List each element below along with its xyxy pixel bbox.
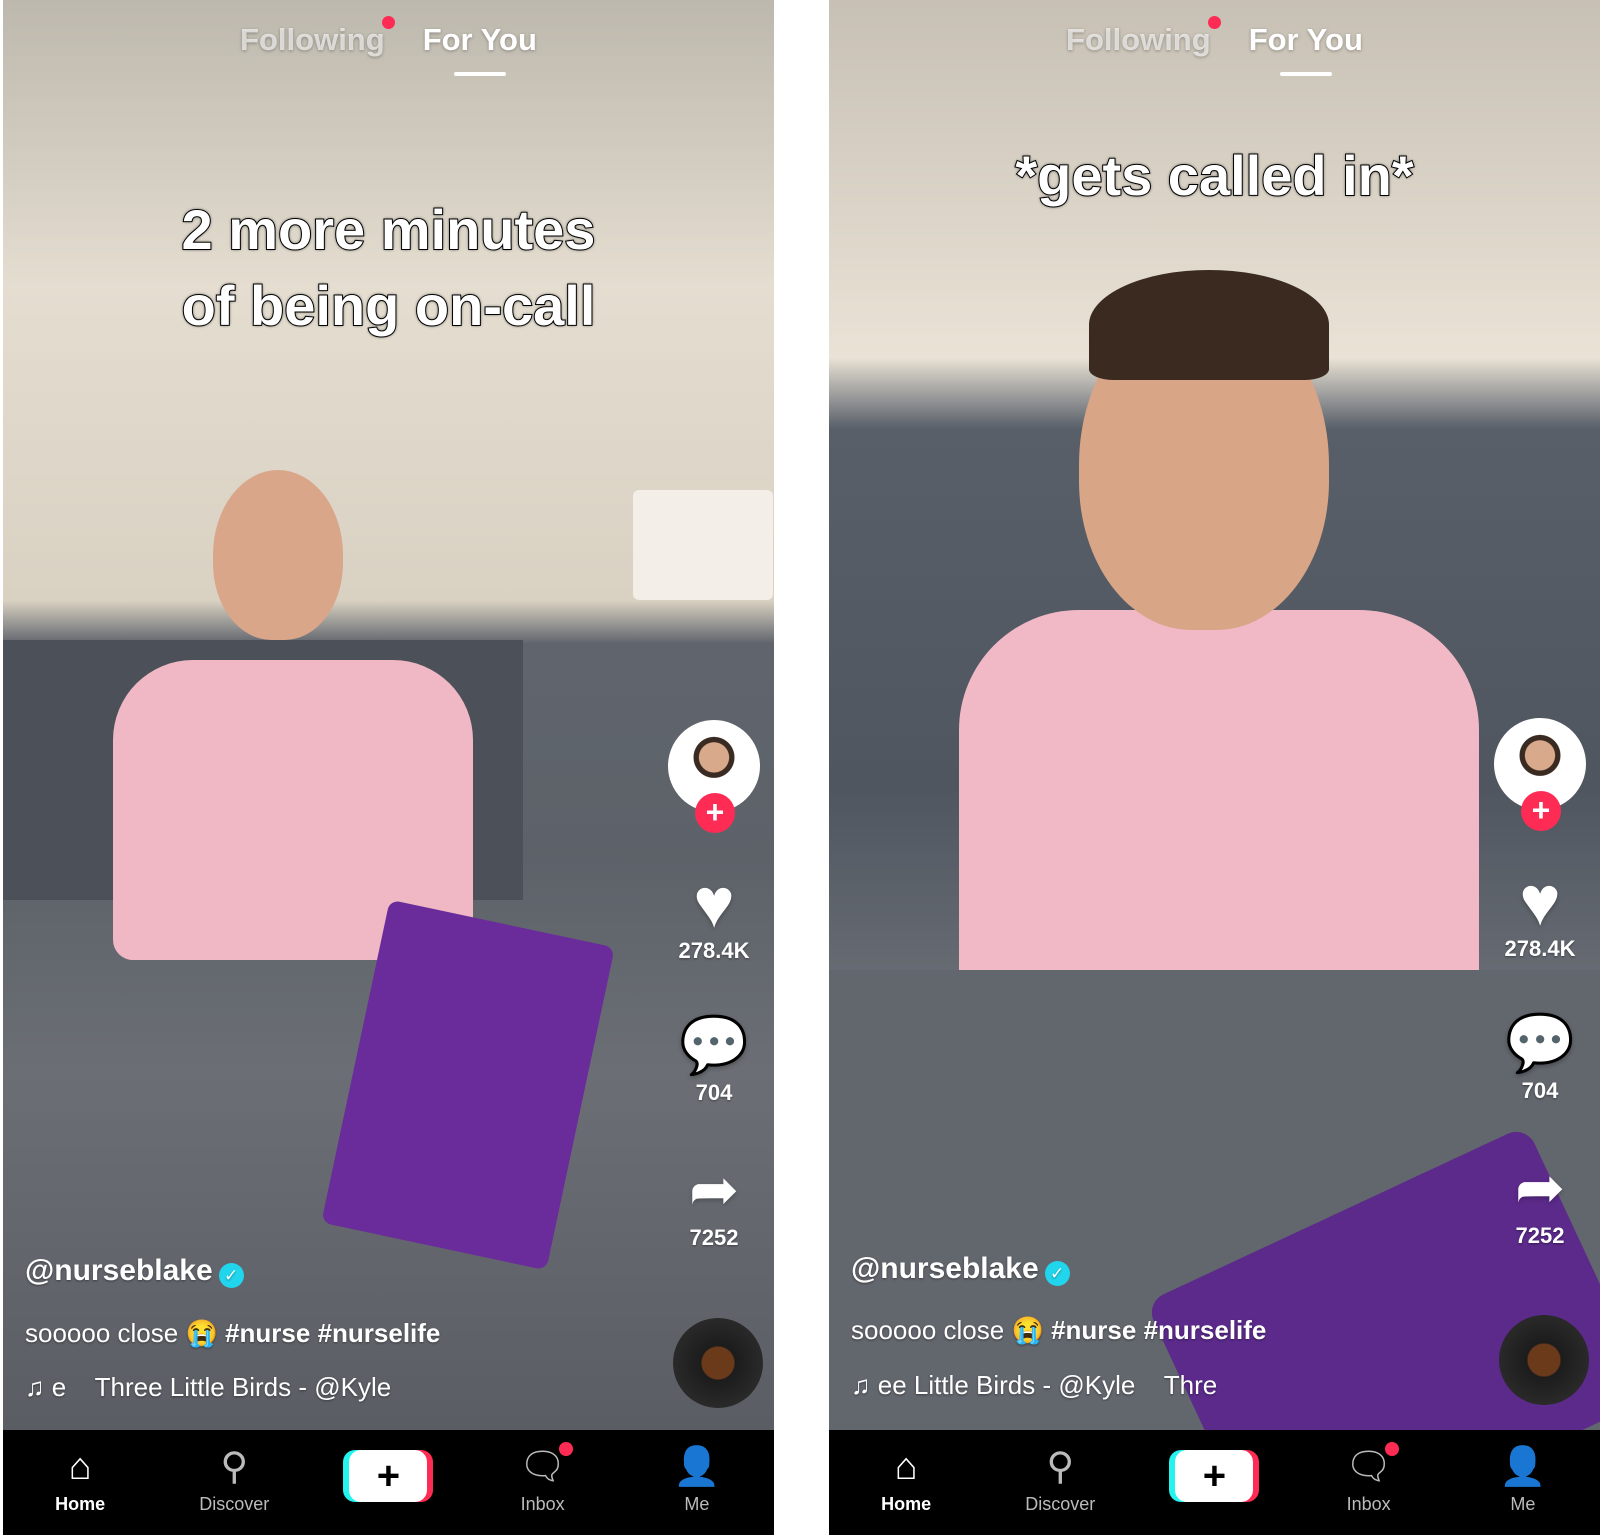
crying-emoji: 😭 (1011, 1315, 1044, 1345)
pink-shirt (959, 610, 1479, 1030)
inbox-icon: 🗨 (1309, 1442, 1429, 1494)
music-ticker[interactable]: ♫ e Three Little Birds - @Kyle (25, 1372, 425, 1403)
home-icon: ⌂ (68, 1446, 92, 1488)
video-panel-left[interactable]: Following For You 2 more minutes of bein… (3, 0, 774, 1535)
create-button[interactable]: + (1154, 1442, 1274, 1510)
create-button[interactable]: + (328, 1442, 448, 1510)
search-icon: ⚲ (220, 1446, 249, 1488)
username[interactable]: @nurseblake ✓ (851, 1252, 1070, 1287)
notification-dot (1207, 16, 1221, 29)
like-button[interactable]: ♥ 278.4K (664, 868, 764, 964)
username[interactable]: @nurseblake ✓ (25, 1254, 244, 1289)
nav-inbox[interactable]: 🗨 Inbox (1309, 1442, 1429, 1515)
heart-icon: ♥ (1519, 862, 1561, 940)
hair (1089, 270, 1329, 380)
tab-following[interactable]: Following (240, 16, 395, 58)
creator-avatar[interactable]: + (1490, 718, 1590, 838)
hashtags[interactable]: #nurse #nurselife (225, 1318, 440, 1348)
person-icon: 👤 (673, 1446, 721, 1488)
share-button[interactable]: ➦ 7252 (1490, 1153, 1590, 1249)
comment-bubble-icon: 💬 (1505, 1011, 1575, 1074)
bottom-nav: ⌂ Home ⚲ Discover + 🗨 Inbox 👤 Me (3, 1430, 774, 1535)
face (213, 470, 343, 640)
like-button[interactable]: ♥ 278.4K (1490, 866, 1590, 962)
notification-dot (381, 16, 395, 29)
video-caption: 2 more minutes of being on-call (181, 197, 597, 338)
music-disc-icon[interactable] (673, 1318, 763, 1408)
bottom-nav: ⌂ Home ⚲ Discover + 🗨 Inbox 👤 Me (829, 1430, 1600, 1535)
home-icon: ⌂ (894, 1446, 918, 1488)
nav-home[interactable]: ⌂ Home (846, 1442, 966, 1515)
follow-plus-icon[interactable]: + (695, 793, 735, 833)
video-caption: *gets called in* (1014, 143, 1414, 208)
crying-emoji: 😭 (185, 1318, 218, 1348)
lamp-shade (633, 490, 773, 600)
inbox-badge (558, 1442, 573, 1456)
follow-plus-icon[interactable]: + (1521, 791, 1561, 831)
creator-avatar[interactable]: + (664, 720, 764, 840)
nav-me[interactable]: 👤 Me (637, 1442, 757, 1515)
tab-for-you[interactable]: For You (423, 22, 537, 76)
plus-icon: + (1175, 1450, 1254, 1502)
comment-bubble-icon: 💬 (679, 1013, 749, 1076)
video-description: sooooo close 😭 #nurse #nurselife (851, 1315, 1267, 1345)
verified-check-icon: ✓ (218, 1263, 244, 1289)
person-icon: 👤 (1499, 1446, 1547, 1488)
feed-tabs: Following For You (3, 16, 774, 76)
hashtags[interactable]: #nurse #nurselife (1051, 1315, 1266, 1345)
feed-tabs: Following For You (829, 16, 1600, 76)
music-note-icon: ♫ (851, 1370, 878, 1400)
nav-home[interactable]: ⌂ Home (20, 1442, 140, 1515)
comment-button[interactable]: 💬 704 (1490, 1008, 1590, 1104)
music-disc-icon[interactable] (1499, 1315, 1589, 1405)
music-note-icon: ♫ (25, 1372, 52, 1402)
heart-icon: ♥ (693, 864, 735, 942)
verified-check-icon: ✓ (1044, 1261, 1070, 1287)
nav-discover[interactable]: ⚲ Discover (1000, 1442, 1120, 1515)
active-tab-indicator (1279, 72, 1332, 76)
music-ticker[interactable]: ♫ ee Little Birds - @Kyle Thre (851, 1370, 1251, 1401)
share-arrow-icon: ➦ (1514, 1154, 1566, 1221)
search-icon: ⚲ (1046, 1446, 1075, 1488)
active-tab-indicator (453, 72, 506, 76)
share-arrow-icon: ➦ (688, 1156, 740, 1223)
nav-me[interactable]: 👤 Me (1463, 1442, 1583, 1515)
share-button[interactable]: ➦ 7252 (664, 1155, 764, 1251)
video-panel-right[interactable]: Following For You *gets called in* + ♥ 27… (829, 0, 1600, 1535)
nav-inbox[interactable]: 🗨 Inbox (483, 1442, 603, 1515)
tab-for-you[interactable]: For You (1249, 22, 1363, 76)
video-description: sooooo close 😭 #nurse #nurselife (25, 1318, 441, 1348)
plus-icon: + (349, 1450, 428, 1502)
inbox-icon: 🗨 (483, 1442, 603, 1494)
tab-following[interactable]: Following (1066, 16, 1221, 58)
video-player[interactable] (829, 0, 1600, 1535)
inbox-badge (1384, 1442, 1399, 1456)
nav-discover[interactable]: ⚲ Discover (174, 1442, 294, 1515)
comment-button[interactable]: 💬 704 (664, 1010, 764, 1106)
